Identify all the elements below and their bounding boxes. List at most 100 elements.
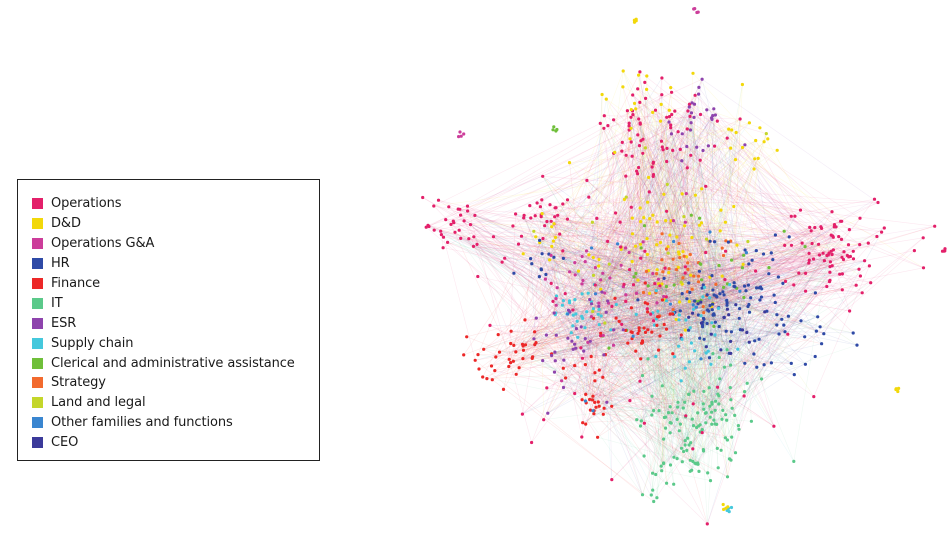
network-node bbox=[681, 276, 685, 280]
network-node bbox=[519, 234, 524, 238]
network-node bbox=[634, 291, 639, 295]
network-node bbox=[621, 328, 625, 332]
network-node bbox=[555, 286, 559, 290]
network-node bbox=[644, 96, 648, 100]
network-node bbox=[641, 290, 646, 295]
network-node bbox=[628, 399, 632, 403]
network-node bbox=[738, 289, 742, 293]
network-node bbox=[840, 255, 844, 259]
network-node bbox=[546, 411, 550, 415]
network-node bbox=[710, 274, 714, 278]
network-node bbox=[882, 226, 886, 230]
network-node bbox=[522, 216, 526, 220]
network-node bbox=[670, 411, 674, 415]
network-node bbox=[629, 205, 633, 209]
network-node bbox=[742, 253, 746, 257]
network-node bbox=[646, 200, 650, 204]
network-node bbox=[789, 243, 794, 247]
network-node bbox=[724, 413, 728, 417]
network-node bbox=[660, 145, 664, 149]
network-node bbox=[732, 284, 736, 288]
network-node bbox=[657, 348, 661, 352]
network-node bbox=[702, 285, 707, 289]
network-node bbox=[689, 111, 694, 115]
network-node bbox=[573, 298, 577, 302]
network-node bbox=[807, 258, 811, 262]
network-node bbox=[665, 146, 669, 150]
network-node bbox=[725, 475, 730, 479]
network-node bbox=[589, 354, 593, 359]
network-node bbox=[688, 128, 693, 132]
network-node bbox=[848, 254, 853, 259]
network-node bbox=[629, 108, 633, 112]
network-node bbox=[561, 249, 565, 253]
network-node bbox=[758, 285, 763, 289]
network-node bbox=[660, 384, 664, 388]
network-node bbox=[695, 145, 699, 149]
network-node bbox=[804, 289, 808, 293]
network-node bbox=[675, 457, 679, 461]
network-node bbox=[715, 446, 719, 450]
network-node bbox=[698, 423, 702, 427]
legend-label: IT bbox=[51, 295, 63, 311]
network-node bbox=[562, 358, 566, 362]
network-node bbox=[838, 272, 842, 276]
network-node bbox=[523, 318, 527, 322]
network-node bbox=[697, 92, 701, 96]
network-node bbox=[534, 316, 538, 320]
network-node bbox=[638, 242, 643, 246]
network-node bbox=[680, 132, 684, 136]
network-node bbox=[633, 101, 637, 105]
network-node bbox=[711, 302, 715, 306]
network-node bbox=[719, 348, 723, 352]
network-node bbox=[674, 317, 678, 321]
network-node bbox=[667, 120, 671, 124]
network-node bbox=[679, 280, 683, 284]
network-node bbox=[745, 330, 749, 335]
network-node bbox=[722, 293, 726, 297]
network-node bbox=[688, 290, 692, 294]
network-node bbox=[462, 219, 466, 223]
network-node bbox=[432, 228, 436, 232]
network-node bbox=[726, 240, 731, 244]
network-node bbox=[647, 175, 651, 180]
network-node bbox=[654, 289, 658, 293]
network-node bbox=[704, 411, 708, 415]
network-node bbox=[727, 457, 732, 461]
network-node bbox=[638, 206, 642, 210]
network-node bbox=[548, 258, 552, 262]
network-node bbox=[725, 303, 729, 307]
network-node bbox=[747, 310, 752, 314]
network-node bbox=[691, 424, 696, 428]
network-node bbox=[685, 127, 689, 131]
network-node bbox=[693, 7, 697, 11]
network-node bbox=[825, 253, 829, 258]
network-node bbox=[645, 74, 649, 78]
network-node bbox=[842, 250, 846, 254]
network-node bbox=[674, 268, 679, 272]
network-node bbox=[601, 375, 605, 379]
legend-label: ESR bbox=[51, 315, 77, 331]
network-node bbox=[656, 309, 660, 313]
network-node bbox=[704, 237, 709, 241]
network-node bbox=[712, 293, 716, 297]
network-node bbox=[590, 246, 594, 250]
network-node bbox=[576, 269, 581, 273]
network-node bbox=[611, 343, 616, 347]
network-node bbox=[459, 134, 463, 138]
legend-item-clerical: Clerical and administrative assistance bbox=[32, 353, 319, 373]
legend-item-dd: D&D bbox=[32, 214, 319, 234]
network-node bbox=[532, 337, 536, 341]
network-node bbox=[678, 309, 682, 313]
network-node bbox=[541, 236, 545, 241]
network-node bbox=[465, 335, 469, 339]
network-node bbox=[588, 339, 592, 343]
network-node bbox=[651, 160, 656, 164]
network-node bbox=[645, 252, 650, 256]
network-node bbox=[666, 251, 670, 255]
network-node bbox=[713, 144, 717, 148]
network-node bbox=[817, 253, 822, 257]
network-node bbox=[599, 314, 603, 318]
network-node bbox=[763, 310, 767, 314]
network-node bbox=[643, 249, 647, 253]
